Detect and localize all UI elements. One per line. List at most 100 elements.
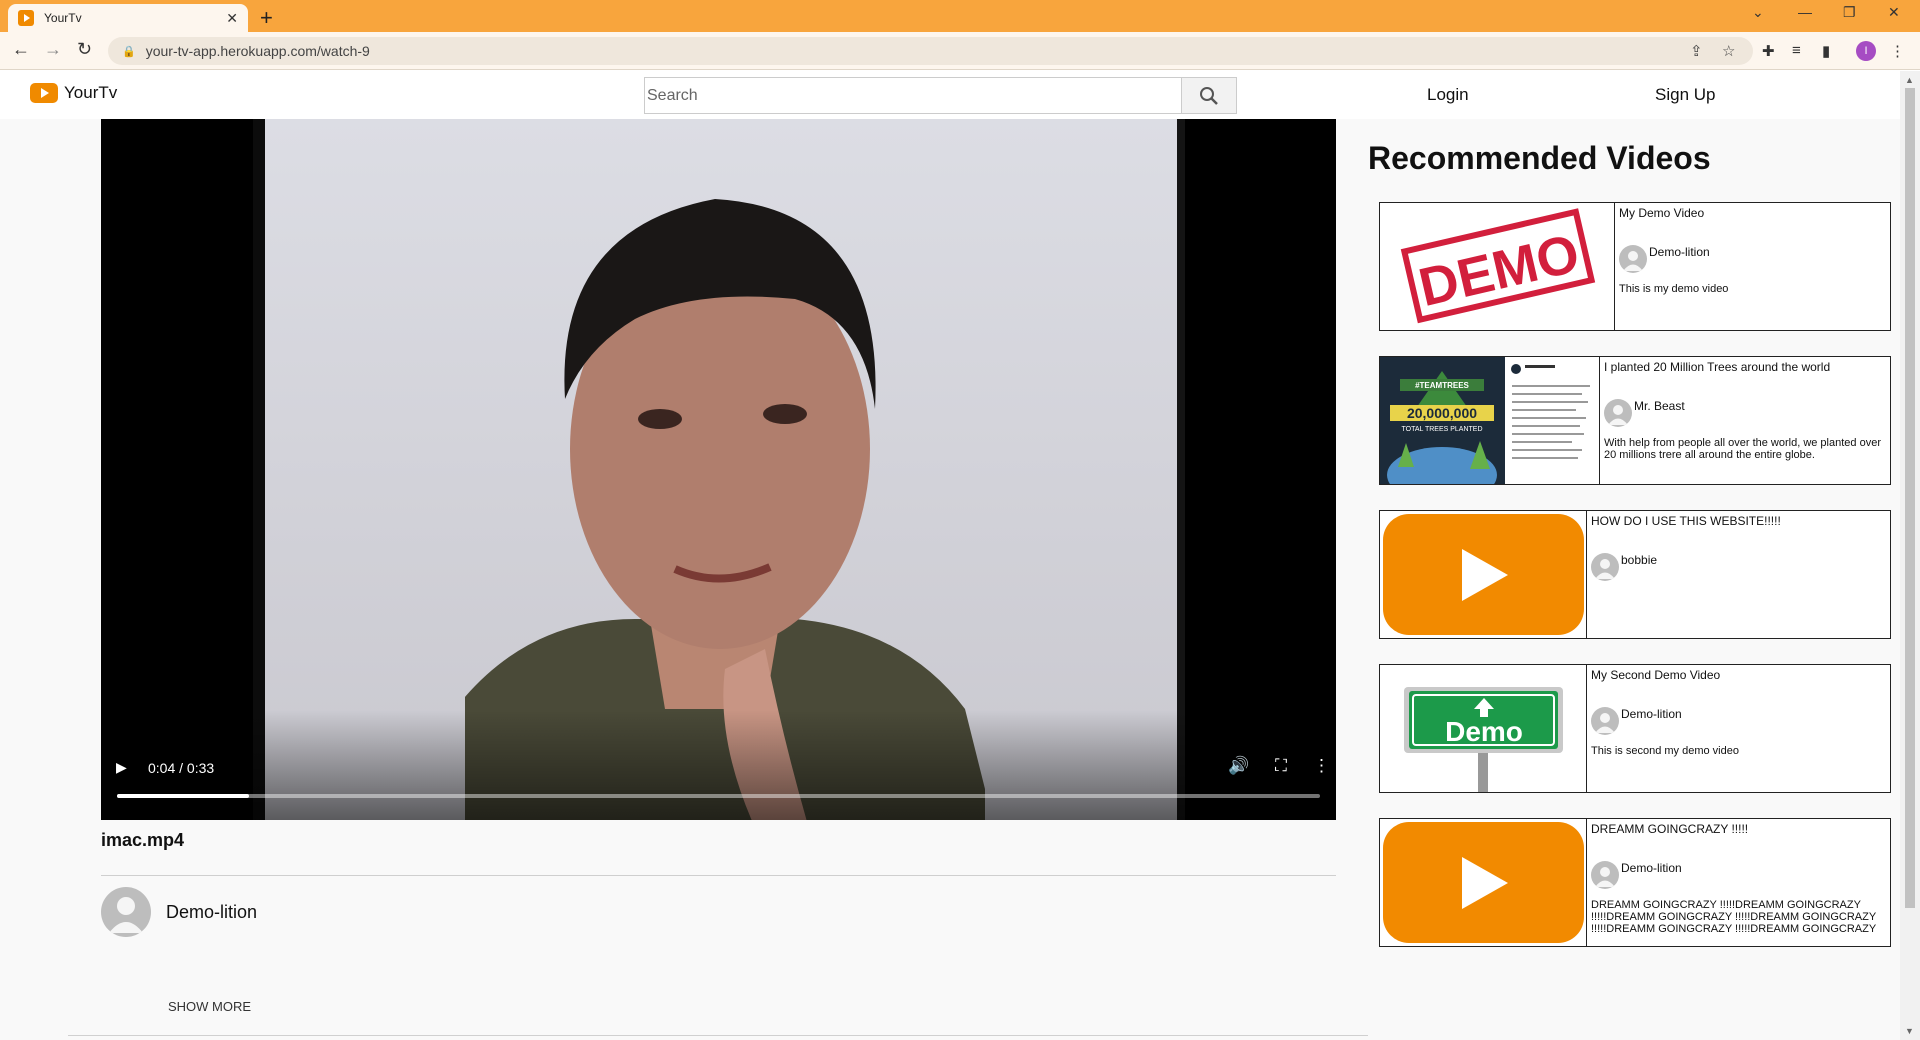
minimize-icon[interactable]: — — [1798, 4, 1812, 20]
site-header: YourTv Login Sign Up — [0, 71, 1900, 119]
close-tab-icon[interactable]: ✕ — [226, 10, 238, 27]
progress-fill — [117, 794, 250, 798]
divider — [68, 1035, 1368, 1036]
tab-title: YourTv — [44, 11, 82, 25]
recommended-video-card[interactable]: #TEAMTREES 20,000,000 TOTAL TREES PLANTE… — [1379, 356, 1891, 485]
user-silhouette-icon — [1595, 713, 1615, 733]
video-description: This is my demo video — [1619, 283, 1729, 295]
scroll-down-arrow-icon[interactable]: ▼ — [1905, 1026, 1914, 1036]
recommended-video-card[interactable]: DREAMM GOINGCRAZY !!!!! Demo-lition DREA… — [1379, 818, 1891, 947]
signup-link[interactable]: Sign Up — [1655, 85, 1715, 105]
profile-avatar[interactable]: I — [1856, 41, 1876, 61]
more-options-icon[interactable]: ⋮ — [1313, 756, 1330, 776]
channel-name: bobbie — [1621, 553, 1658, 567]
demo-sign-thumbnail: Demo — [1404, 687, 1563, 792]
browser-tab[interactable]: YourTv ✕ — [8, 4, 248, 32]
browser-tab-bar: YourTv ✕ + ⌄ — ❐ ✕ — [0, 0, 1920, 32]
user-silhouette-icon — [1595, 559, 1615, 579]
url-text: your-tv-app.herokuapp.com/watch-9 — [145, 43, 370, 59]
lock-icon: 🔒 — [122, 45, 136, 58]
channel-avatar — [1591, 553, 1619, 581]
video-title[interactable]: I planted 20 Million Trees around the wo… — [1604, 360, 1887, 374]
address-bar[interactable]: 🔒 your-tv-app.herokuapp.com/watch-9 — [108, 37, 1753, 65]
video-channel: bobbie — [1591, 545, 1887, 581]
thumbnail-text: 20,000,000 — [1407, 405, 1477, 421]
player-controls — [101, 710, 1336, 820]
close-window-icon[interactable]: ✕ — [1888, 4, 1900, 21]
browser-toolbar: ← → ↻ 🔒 your-tv-app.herokuapp.com/watch-… — [0, 32, 1920, 70]
video-info: My Demo Video Demo-lition This is my dem… — [1616, 203, 1890, 330]
video-description: DREAMM GOINGCRAZY !!!!!DREAMM GOINGCRAZY… — [1591, 899, 1877, 935]
video-player[interactable]: ▶ 0:04 / 0:33 🔊 ⛶ ⋮ — [101, 119, 1336, 820]
tab-search-icon[interactable]: ⌄ — [1752, 4, 1764, 21]
channel-avatar[interactable] — [101, 887, 151, 937]
play-button-thumbnail — [1383, 514, 1584, 635]
volume-icon[interactable]: 🔊 — [1228, 756, 1249, 776]
user-silhouette-icon — [1595, 867, 1615, 887]
play-button-thumbnail — [1383, 822, 1584, 943]
new-tab-button[interactable]: + — [260, 5, 273, 31]
side-panel-icon[interactable]: ▮ — [1822, 42, 1830, 60]
video-title[interactable]: DREAMM GOINGCRAZY !!!!! — [1591, 822, 1887, 836]
video-thumbnail[interactable]: Demo — [1380, 665, 1587, 792]
video-info: DREAMM GOINGCRAZY !!!!! Demo-lition DREA… — [1588, 819, 1890, 946]
video-channel: Mr. Beast — [1604, 391, 1887, 427]
youtube-favicon-icon — [18, 10, 34, 26]
page-scrollbar[interactable]: ▲ ▼ — [1900, 71, 1920, 1040]
login-link[interactable]: Login — [1427, 85, 1469, 105]
reload-icon[interactable]: ↻ — [77, 39, 92, 60]
video-description: With help from people all over the world… — [1604, 437, 1881, 461]
video-description: This is second my demo video — [1591, 745, 1739, 757]
fullscreen-icon[interactable]: ⛶ — [1275, 756, 1287, 776]
scroll-up-arrow-icon[interactable]: ▲ — [1905, 75, 1914, 85]
site-logo[interactable]: YourTv — [30, 83, 117, 103]
back-arrow-icon[interactable]: ← — [12, 39, 30, 60]
video-title: imac.mp4 — [101, 830, 185, 850]
demo-stamp-thumbnail: DEMO — [1400, 208, 1596, 324]
channel-avatar — [1591, 707, 1619, 735]
scrollbar-thumb[interactable] — [1905, 88, 1915, 908]
share-icon[interactable]: ⇪ — [1690, 42, 1703, 60]
teamtrees-thumbnail: #TEAMTREES 20,000,000 TOTAL TREES PLANTE… — [1380, 357, 1599, 484]
channel-name: Demo-lition — [1621, 707, 1682, 721]
video-info: My Second Demo Video Demo-lition This is… — [1588, 665, 1890, 792]
bookmark-star-icon[interactable]: ☆ — [1722, 42, 1735, 60]
video-title[interactable]: My Second Demo Video — [1591, 668, 1887, 682]
page-content: YourTv Login Sign Up — [0, 71, 1900, 1040]
video-thumbnail[interactable]: DEMO — [1380, 203, 1615, 330]
thumbnail-tag-text: #TEAMTREES — [1415, 381, 1469, 390]
video-info: HOW DO I USE THIS WEBSITE!!!!! bobbie — [1588, 511, 1890, 638]
recommended-video-card[interactable]: Demo My Second Demo Video Demo-lition Th… — [1379, 664, 1891, 793]
user-silhouette-icon — [1623, 251, 1643, 271]
channel-name[interactable]: Demo-lition — [166, 902, 257, 923]
extensions-puzzle-icon[interactable]: ✚ — [1762, 42, 1775, 60]
divider — [101, 875, 1336, 876]
video-title[interactable]: HOW DO I USE THIS WEBSITE!!!!! — [1591, 514, 1887, 528]
channel-name: Demo-lition — [1621, 861, 1682, 875]
user-silhouette-icon — [1608, 405, 1628, 425]
channel-avatar — [1619, 245, 1647, 273]
video-thumbnail[interactable] — [1380, 819, 1587, 946]
recommended-video-card[interactable]: DEMO My Demo Video Demo-lition This is m… — [1379, 202, 1891, 331]
search-icon — [1200, 86, 1218, 105]
restore-icon[interactable]: ❐ — [1843, 4, 1856, 21]
channel-name: Demo-lition — [1649, 245, 1710, 259]
search-input[interactable] — [644, 77, 1181, 114]
media-queue-icon[interactable]: ≡ — [1792, 42, 1801, 59]
recommended-video-card[interactable]: HOW DO I USE THIS WEBSITE!!!!! bobbie — [1379, 510, 1891, 639]
channel-avatar — [1604, 399, 1632, 427]
play-icon[interactable]: ▶ — [116, 759, 127, 776]
search-bar — [644, 77, 1237, 114]
forward-arrow-icon[interactable]: → — [44, 39, 62, 60]
video-title[interactable]: My Demo Video — [1619, 206, 1887, 220]
progress-bar[interactable] — [117, 794, 1320, 798]
show-more-button[interactable]: SHOW MORE — [168, 999, 251, 1014]
video-thumbnail[interactable] — [1380, 511, 1587, 638]
playback-time: 0:04 / 0:33 — [148, 760, 215, 776]
browser-menu-icon[interactable]: ⋮ — [1890, 42, 1905, 60]
logo-text: YourTv — [64, 83, 118, 102]
thumbnail-text: Demo — [1445, 716, 1523, 747]
video-thumbnail[interactable]: #TEAMTREES 20,000,000 TOTAL TREES PLANTE… — [1380, 357, 1600, 484]
video-channel: Demo-lition — [1619, 237, 1887, 273]
search-button[interactable] — [1181, 77, 1237, 114]
